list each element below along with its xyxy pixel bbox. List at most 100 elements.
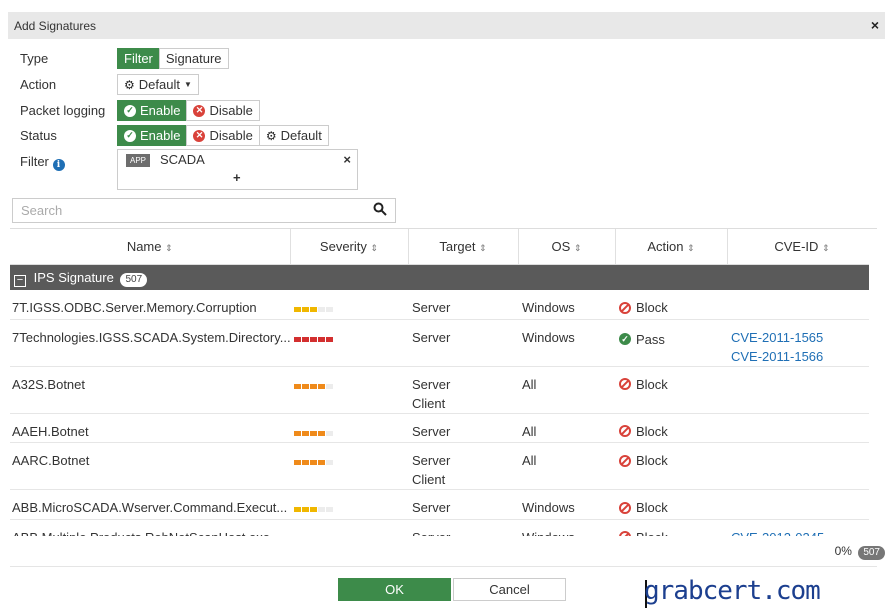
- close-icon[interactable]: ×: [871, 17, 879, 33]
- filter-label-text: Filter: [20, 154, 49, 169]
- severity-meter: [294, 307, 333, 312]
- action-value: Block: [636, 300, 668, 315]
- table-header-row: Name ⇕ Severity ⇕ Target ⇕ OS ⇕ Action ⇕…: [10, 229, 877, 265]
- severity-segment: [318, 430, 325, 436]
- severity-segment: [294, 336, 301, 342]
- cve-cell: [727, 489, 877, 520]
- type-label: Type: [20, 51, 49, 66]
- column-header-os[interactable]: OS ⇕: [518, 229, 616, 265]
- group-label: IPS Signature: [33, 269, 114, 285]
- x-circle-icon: ✕: [193, 129, 206, 142]
- type-signature-button[interactable]: Signature: [158, 48, 229, 69]
- block-icon: [619, 425, 631, 437]
- table-row[interactable]: ABB.MicroSCADA.Wserver.Command.Execut...…: [10, 489, 877, 520]
- status-default-label: Default: [280, 128, 322, 143]
- status-label: Status: [20, 128, 57, 143]
- severity-meter: [294, 507, 333, 512]
- action-indicator: Block: [619, 298, 668, 317]
- severity-segment: [310, 507, 317, 512]
- status-toggle: ✓ Enable ✕ Disable ⚙ Default: [117, 125, 329, 146]
- status-enable-button[interactable]: ✓ Enable: [117, 125, 188, 146]
- signature-name: 7T.IGSS.ODBC.Server.Memory.Corruption: [10, 290, 290, 320]
- search-icon[interactable]: [373, 202, 387, 219]
- signature-name: A32S.Botnet: [10, 366, 290, 414]
- check-circle-icon: ✓: [124, 104, 136, 117]
- action-cell: Block: [615, 413, 727, 443]
- column-header-cve-id[interactable]: CVE-ID ⇕: [727, 229, 877, 265]
- status-disable-button[interactable]: ✕ Disable: [186, 125, 260, 146]
- block-icon: [619, 501, 631, 514]
- severity-cell: [290, 442, 408, 490]
- table-row[interactable]: 7T.IGSS.ODBC.Server.Memory.Corruption Ser…: [10, 290, 877, 320]
- gear-icon: ⚙: [265, 128, 277, 143]
- cve-cell: [727, 290, 877, 320]
- table-row[interactable]: AARC.Botnet Server Client All Block: [10, 442, 877, 490]
- collapse-icon[interactable]: −: [14, 274, 26, 287]
- column-header-label: Target: [439, 238, 476, 254]
- severity-segment: [310, 336, 317, 342]
- severity-segment: [318, 307, 325, 312]
- os-value: All: [518, 442, 615, 490]
- column-header-label: CVE-ID: [774, 238, 819, 254]
- target-cell: Server Client: [408, 366, 518, 414]
- cve-link[interactable]: CVE-2012-0245: [731, 528, 873, 537]
- action-indicator: Block: [619, 375, 668, 394]
- action-cell: ✓ Pass: [615, 319, 727, 367]
- action-select[interactable]: ⚙ Default ▼: [117, 74, 199, 95]
- cve-cell: [727, 366, 877, 414]
- table-row[interactable]: ABB.Multiple.Products.RobNetScanHost.exe…: [10, 519, 877, 536]
- filter-box[interactable]: APP SCADA × +: [117, 149, 358, 190]
- column-header-label: OS: [551, 238, 571, 254]
- status-percent: 0%: [834, 544, 852, 558]
- sort-icon: ⇕: [479, 242, 487, 253]
- action-cell: Block: [615, 519, 727, 536]
- packet-logging-disable-button[interactable]: ✕ Disable: [186, 100, 260, 121]
- info-icon[interactable]: i: [52, 159, 65, 171]
- sort-icon: ⇕: [165, 242, 173, 253]
- table-status: 0% 507: [835, 544, 885, 560]
- severity-segment: [318, 336, 325, 342]
- target-value: Server: [412, 423, 451, 439]
- severity-segment: [294, 460, 301, 465]
- action-indicator: Block: [619, 451, 668, 470]
- severity-segment: [294, 507, 301, 512]
- type-filter-button[interactable]: Filter: [117, 48, 160, 69]
- action-value: Default: [138, 77, 180, 92]
- column-header-label: Name: [126, 238, 162, 254]
- signature-name: ABB.MicroSCADA.Wserver.Command.Execut...: [10, 489, 290, 520]
- signature-name: AAEH.Botnet: [10, 413, 290, 443]
- block-icon: [619, 454, 631, 467]
- search-input[interactable]: [13, 199, 363, 222]
- filter-value: SCADA: [160, 152, 205, 167]
- type-filter-label: Filter: [124, 51, 153, 66]
- column-header-target[interactable]: Target ⇕: [408, 229, 519, 265]
- severity-segment: [294, 307, 301, 312]
- table-row[interactable]: 7Technologies.IGSS.SCADA.System.Director…: [10, 319, 877, 367]
- status-default-button[interactable]: ⚙ Default: [258, 125, 329, 146]
- chevron-down-icon: ▼: [183, 80, 192, 89]
- packet-logging-enable-label: Enable: [140, 103, 181, 118]
- cve-link[interactable]: CVE-2011-1565: [731, 328, 873, 347]
- cancel-button[interactable]: Cancel: [453, 578, 566, 601]
- action-value: Pass: [636, 331, 665, 347]
- search-box: [12, 198, 396, 223]
- column-header-severity[interactable]: Severity ⇕: [290, 229, 409, 265]
- column-header-action[interactable]: Action ⇕: [615, 229, 728, 265]
- remove-filter-icon[interactable]: ×: [343, 152, 351, 167]
- check-circle-icon: ✓: [124, 129, 136, 142]
- table-row[interactable]: A32S.Botnet Server Client All Block: [10, 366, 877, 414]
- target-value: Client: [412, 472, 446, 487]
- cve-link[interactable]: CVE-2011-1566: [731, 347, 873, 366]
- group-row-ips-signature[interactable]: − IPS Signature 507: [10, 264, 877, 290]
- table-row[interactable]: AAEH.Botnet Server All Block: [10, 413, 877, 443]
- target-value: Server: [412, 300, 451, 315]
- add-filter-icon[interactable]: +: [233, 170, 241, 185]
- packet-logging-enable-button[interactable]: ✓ Enable: [117, 100, 188, 121]
- sort-icon: ⇕: [573, 242, 582, 253]
- ok-button[interactable]: OK: [338, 578, 451, 601]
- column-header-name[interactable]: Name ⇕: [10, 229, 291, 265]
- os-value: Windows: [518, 290, 615, 320]
- target-cell: Server: [408, 413, 518, 443]
- vertical-scrollbar[interactable]: [869, 229, 877, 536]
- action-value: Block: [636, 376, 668, 392]
